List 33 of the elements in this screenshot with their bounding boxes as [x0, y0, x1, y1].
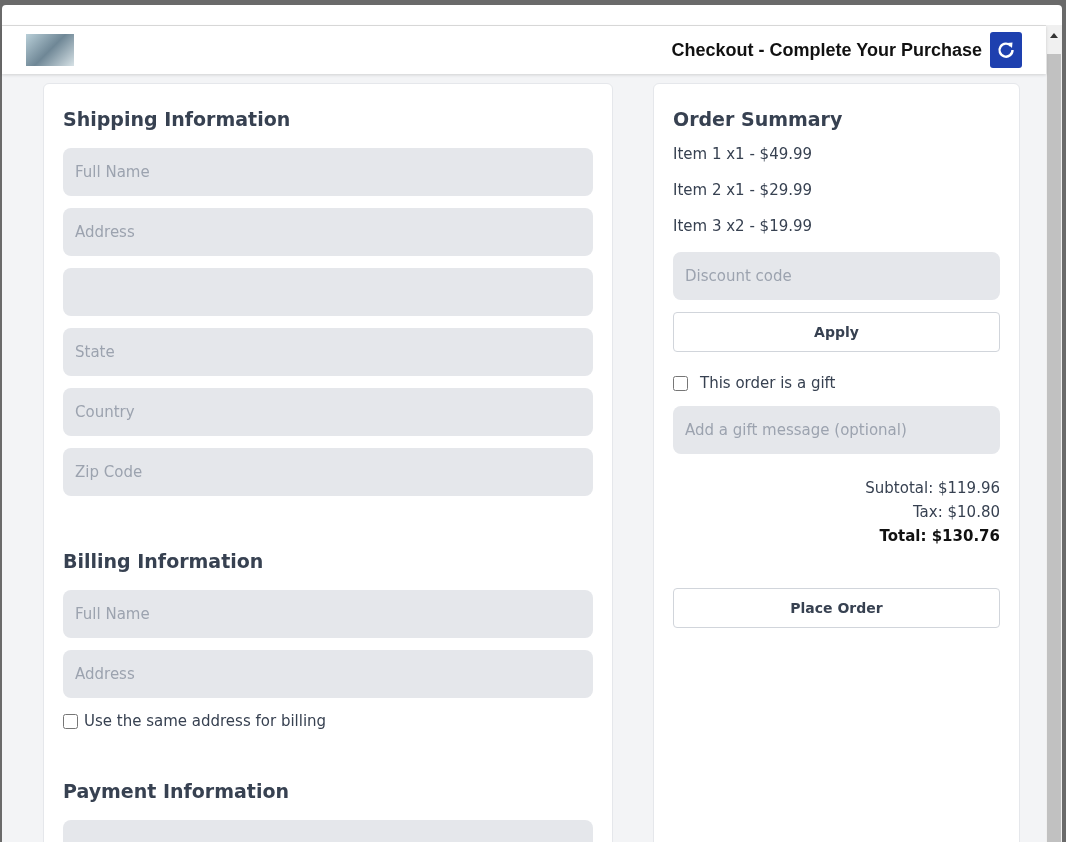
gift-message-field[interactable]: Add a gift message (optional) [673, 406, 1000, 454]
refresh-button[interactable] [990, 32, 1022, 68]
input-field[interactable]: State [63, 328, 593, 376]
input-field[interactable] [63, 268, 593, 316]
checkbox-label: This order is a gift [700, 374, 836, 392]
order-item: Item 2 x1 - $29.99 [673, 180, 814, 200]
scrollbar[interactable] [1046, 25, 1062, 842]
scroll-up-icon[interactable] [1050, 33, 1058, 38]
section-heading: Billing Information [63, 549, 265, 574]
checkbox-label: Use the same address for billing [84, 712, 327, 730]
input-field[interactable]: Address [63, 650, 593, 698]
refresh-icon [996, 40, 1016, 60]
discount-field[interactable]: Discount code [673, 252, 1000, 300]
subtotal-text: Subtotal: $119.96 [865, 478, 1000, 499]
input-field[interactable]: Address [63, 208, 593, 256]
total-text: Total: $130.76 [879, 526, 1000, 547]
apply-button[interactable]: Apply [673, 312, 1000, 352]
logo-image-placeholder [26, 34, 74, 66]
checkbox[interactable] [673, 375, 688, 391]
order-item: Item 3 x2 - $19.99 [673, 216, 814, 236]
section-heading: Order Summary [673, 107, 844, 132]
page-title: Checkout - Complete Your Purchase [671, 39, 982, 61]
checkbox[interactable] [63, 713, 78, 729]
input-field[interactable]: Full Name [63, 590, 593, 638]
section-heading: Shipping Information [63, 107, 292, 132]
scrollbar-thumb[interactable] [1047, 54, 1061, 842]
section-heading: Payment Information [63, 779, 291, 804]
tax-text: Tax: $10.80 [912, 502, 1000, 523]
place-order-button[interactable]: Place Order [673, 588, 1000, 628]
input-field[interactable]: Full Name [63, 148, 593, 196]
order-item: Item 1 x1 - $49.99 [673, 144, 814, 164]
input-field[interactable]: Country [63, 388, 593, 436]
input-field[interactable]: Zip Code [63, 448, 593, 496]
